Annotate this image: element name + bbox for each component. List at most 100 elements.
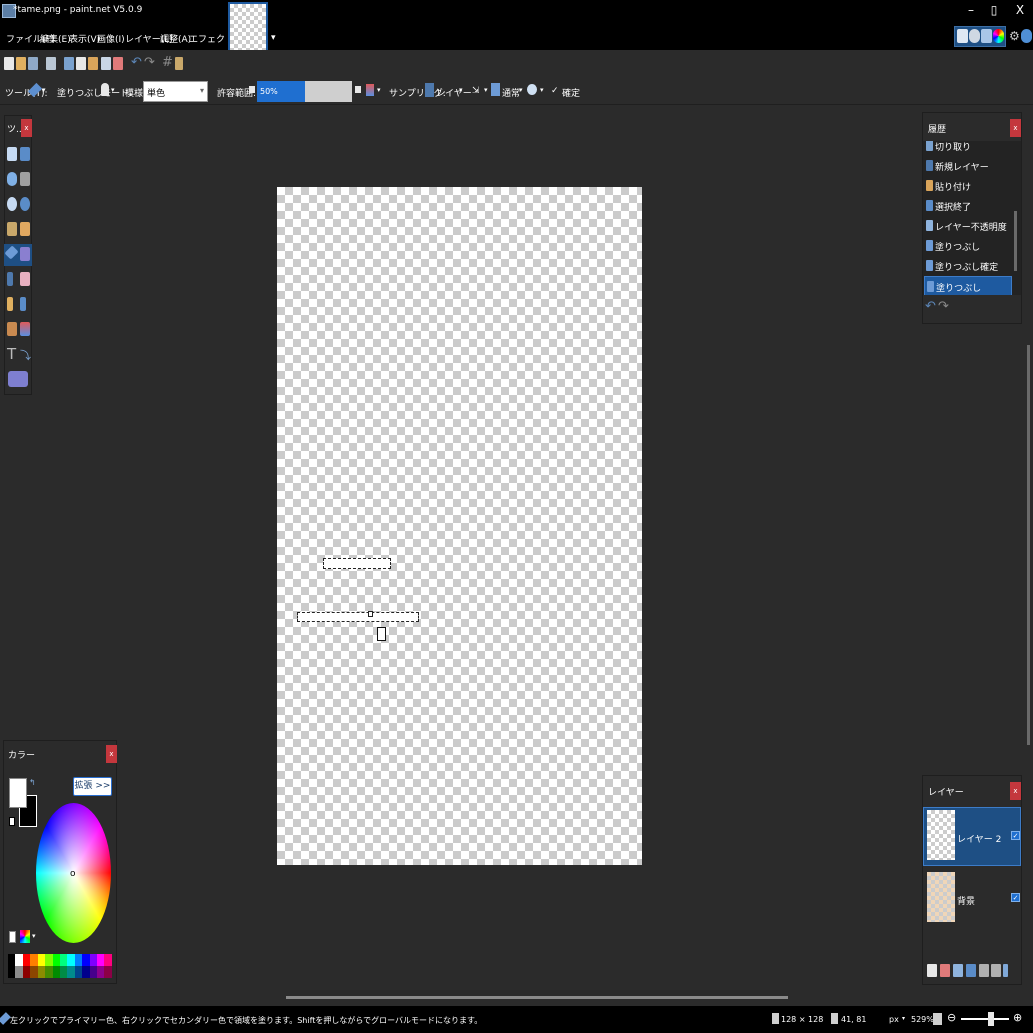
reset-colors-icon[interactable] <box>9 817 15 826</box>
palette-swatch[interactable] <box>37 954 46 966</box>
history-item[interactable]: 塗りつぶし確定 <box>924 256 1012 276</box>
tools-panel-close-button[interactable]: x <box>21 119 32 137</box>
history-item[interactable]: 選択終了 <box>924 196 1012 216</box>
palette-primary-icon[interactable] <box>9 931 16 943</box>
zoom-out-icon[interactable]: ⊖ <box>947 1011 956 1024</box>
clone-stamp-tool-icon[interactable] <box>7 322 17 336</box>
history-item[interactable]: 塗りつぶし <box>924 236 1012 256</box>
history-scrollbar[interactable] <box>1014 211 1017 271</box>
help-icon[interactable] <box>1021 29 1032 43</box>
sampling-dropdown-icon[interactable]: ▾ <box>459 86 463 94</box>
pencil-tool-icon[interactable] <box>7 297 13 311</box>
text-tool-icon[interactable]: T <box>7 345 16 363</box>
print-icon[interactable] <box>46 57 56 70</box>
paste-icon[interactable] <box>88 57 98 70</box>
redo-icon[interactable]: ↷ <box>144 55 155 70</box>
history-panel-close-button[interactable]: x <box>1010 119 1021 137</box>
open-icon[interactable] <box>16 57 26 70</box>
lasso-select-tool-icon[interactable] <box>7 172 17 186</box>
palette-swatch[interactable] <box>74 954 83 966</box>
tolerance-mode-icon[interactable] <box>355 86 361 93</box>
move-layer-up-icon[interactable] <box>979 964 989 977</box>
palette-swatch[interactable] <box>22 966 31 978</box>
pan-tool-icon[interactable] <box>20 222 30 236</box>
palette-swatch[interactable] <box>45 954 53 966</box>
layers-toggle-icon[interactable] <box>981 29 992 43</box>
menu-image[interactable]: 画像(I) <box>97 32 125 45</box>
menu-edit[interactable]: 編集(E) <box>40 32 71 45</box>
units-select[interactable]: px <box>889 1015 899 1024</box>
selection-marquee-upper[interactable] <box>323 558 391 569</box>
fill-mode-dropdown-icon[interactable]: ▾ <box>111 86 115 94</box>
swap-colors-icon[interactable]: ↰ <box>29 778 36 787</box>
palette-menu-icon[interactable] <box>20 930 30 943</box>
palette-swatch[interactable] <box>104 954 112 966</box>
layer-properties-icon[interactable] <box>1003 964 1008 977</box>
palette-dropdown-icon[interactable]: ▾ <box>32 932 36 940</box>
palette-swatch[interactable] <box>89 966 98 978</box>
tools-toggle-icon[interactable] <box>957 29 968 43</box>
magic-wand-tool-icon[interactable] <box>7 222 17 236</box>
palette-swatch[interactable] <box>22 954 31 966</box>
ellipse-select-tool-icon[interactable] <box>7 197 17 211</box>
zoom-slider-thumb[interactable] <box>988 1012 994 1026</box>
line-curve-tool-icon[interactable]: ⤵ <box>20 347 31 363</box>
rectangle-select-tool-icon[interactable] <box>7 147 17 161</box>
move-selection-tool-icon[interactable] <box>20 172 30 186</box>
zoom-in-icon[interactable]: ⊕ <box>1013 1011 1022 1024</box>
palette-swatch[interactable] <box>59 954 68 966</box>
minimize-button[interactable]: – <box>961 3 981 17</box>
palette-swatch[interactable] <box>15 954 23 966</box>
cut-icon[interactable] <box>64 57 74 70</box>
fill-mode-icon[interactable] <box>101 83 109 96</box>
palette-swatch[interactable] <box>104 966 112 978</box>
antialias-dropdown-icon[interactable]: ▾ <box>377 86 381 94</box>
crop-icon[interactable] <box>101 57 111 70</box>
expand-button[interactable]: 拡張 >> <box>73 777 112 796</box>
menu-view[interactable]: 表示(V) <box>69 32 100 45</box>
palette-swatch[interactable] <box>8 966 16 978</box>
menu-adjustments[interactable]: 調整(A) <box>160 32 191 45</box>
pattern-select[interactable]: 単色 <box>143 81 208 102</box>
units-dropdown-icon[interactable]: ▾ <box>902 1015 905 1022</box>
palette-swatch[interactable] <box>67 966 75 978</box>
commit-label[interactable]: 確定 <box>562 86 580 99</box>
color-picker-tool-icon[interactable] <box>20 297 26 311</box>
vertical-scrollbar[interactable] <box>1027 345 1030 745</box>
image-list-dropdown-icon[interactable]: ▾ <box>271 33 276 43</box>
selection-mode-icon[interactable]: ⇲ <box>472 86 480 96</box>
horizontal-scrollbar[interactable] <box>286 996 788 999</box>
blend-mode-icon[interactable] <box>491 83 500 96</box>
deselect-icon[interactable] <box>113 57 123 70</box>
palette-swatch[interactable] <box>67 954 75 966</box>
palette-swatch[interactable] <box>97 954 105 966</box>
palette-swatch[interactable] <box>97 966 105 978</box>
merge-layer-icon[interactable] <box>966 964 976 977</box>
colors-toggle-icon[interactable] <box>993 29 1004 43</box>
history-item[interactable]: レイヤー不透明度 <box>924 216 1012 236</box>
tool-dropdown-icon[interactable]: ▾ <box>42 86 46 94</box>
move-selected-tool-icon[interactable] <box>20 147 30 161</box>
palette-swatch[interactable] <box>82 966 90 978</box>
paintbrush-tool-icon[interactable] <box>7 272 13 286</box>
checkmark-icon[interactable]: ✓ <box>551 86 559 96</box>
blend-mode-value[interactable]: 通常 <box>502 86 520 99</box>
layer-visibility-checkbox[interactable]: ✓ <box>1011 893 1020 902</box>
palette-swatch[interactable] <box>59 966 68 978</box>
add-layer-icon[interactable] <box>927 964 937 977</box>
alpha-dropdown-icon[interactable]: ▾ <box>540 86 544 94</box>
blend-mode-dropdown-icon[interactable]: ▾ <box>519 86 523 94</box>
primary-color-swatch[interactable] <box>9 778 27 808</box>
history-list[interactable]: 切り取り 新規レイヤー 貼り付け 選択終了 レイヤー不透明度 塗りつぶし 塗りつ… <box>923 141 1021 295</box>
palette-swatch[interactable] <box>30 954 38 966</box>
settings-gear-icon[interactable]: ⚙ <box>1009 29 1020 43</box>
new-image-icon[interactable] <box>4 57 14 70</box>
palette-swatch[interactable] <box>45 966 53 978</box>
layer-visibility-checkbox[interactable]: ✓ <box>1011 831 1020 840</box>
close-button[interactable]: X <box>1010 3 1030 17</box>
eraser-tool-icon[interactable] <box>20 272 30 286</box>
selection-mode-dropdown-icon[interactable]: ▾ <box>484 86 488 94</box>
palette-swatch[interactable] <box>37 966 46 978</box>
recolor-tool-icon[interactable] <box>20 322 30 336</box>
color-palette[interactable] <box>8 954 112 978</box>
